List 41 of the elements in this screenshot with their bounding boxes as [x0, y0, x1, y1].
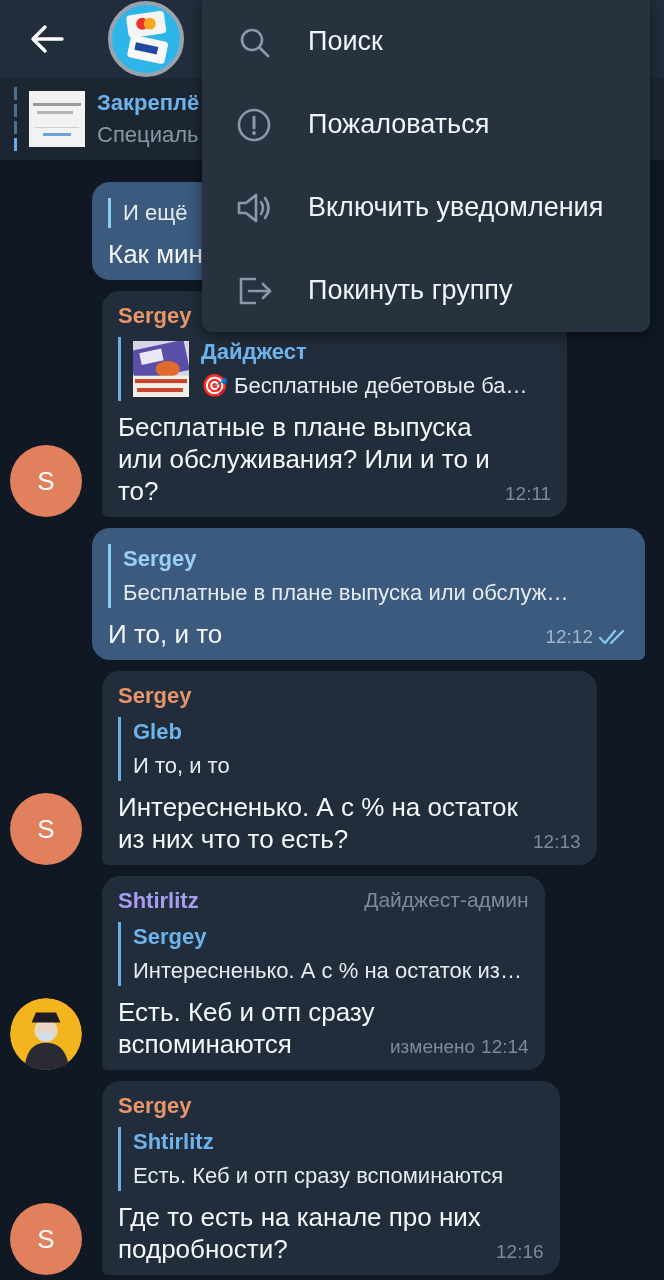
message-time: 12:13 — [533, 831, 581, 853]
reply-quote[interactable]: Дайджест 🎯 Бесплатные дебетовые ба… — [118, 337, 552, 401]
menu-item[interactable]: Пожаловаться — [202, 83, 650, 166]
admin-title: Дайджест-админ — [364, 888, 529, 913]
menu-item[interactable]: Поиск — [202, 0, 650, 83]
reply-quote[interactable]: Sergey Интересненько. А с % на остаток из… — [118, 922, 529, 986]
reply-text: И то, и то — [133, 753, 230, 779]
pinned-text: Специаль — [97, 122, 200, 148]
reply-text: Интересненько. А с % на остаток из… — [133, 958, 522, 984]
reply-text: Есть. Кеб и отп сразу вспоминаются — [133, 1163, 504, 1189]
reply-author: Shtirlitz — [133, 1129, 215, 1155]
message-text: И то, и то — [108, 618, 223, 650]
message-text: Где то есть на канале про них подробности? — [118, 1201, 482, 1265]
message-time: 12:16 — [496, 1241, 544, 1263]
reply-author: Дайджест — [201, 339, 308, 365]
message-text: Как мин — [108, 238, 203, 270]
edited-label: изменено — [390, 1036, 476, 1058]
menu-item[interactable]: Покинуть группу — [202, 249, 650, 332]
message-text: Бесплатные в плане выпуска или обслуживания? Или и то и то? — [118, 411, 491, 507]
message-text: Есть. Кеб и отп сразу вспоминаются — [118, 996, 376, 1060]
reply-quote[interactable]: Shtirlitz Есть. Кеб и отп сразу вспоминаются — [118, 1127, 544, 1191]
reply-quote[interactable]: Gleb И то, и то — [118, 717, 581, 781]
sender-name[interactable]: Sergey — [118, 683, 192, 709]
sender-name[interactable]: Sergey — [118, 1093, 192, 1119]
sender-name[interactable]: Sergey — [118, 303, 192, 329]
reply-author: Sergey — [133, 924, 208, 950]
reply-text: Бесплатные в плане выпуска или обслуж… — [123, 580, 569, 606]
exclamation-icon — [236, 106, 272, 143]
reply-author: Gleb — [133, 719, 183, 745]
reply-text: И ещё — [123, 200, 188, 226]
reply-quote[interactable]: Sergey Бесплатные в плане выпуска или обслуж… — [108, 544, 629, 608]
reply-text: 🎯 Бесплатные дебетовые ба… — [201, 373, 528, 399]
message-text: Интересненько. А с % на остаток из них что то есть? — [118, 791, 519, 855]
back-arrow-icon[interactable] — [30, 24, 64, 54]
message-time: 12:12 — [545, 626, 593, 648]
sender-name[interactable]: Shtirlitz — [118, 888, 199, 914]
message-time: 12:11 — [505, 483, 552, 505]
reply-author: Sergey — [123, 546, 198, 572]
pinned-title: Закреплё — [97, 90, 200, 116]
menu-item[interactable]: Включить уведомления — [202, 166, 650, 249]
message-time: 12:14 — [481, 1036, 529, 1058]
